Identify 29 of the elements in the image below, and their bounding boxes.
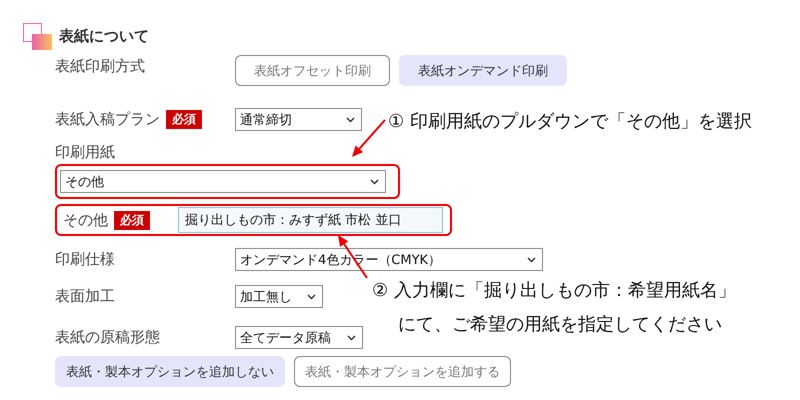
field-label: 表紙入稿プラン	[55, 110, 160, 129]
section-title: 表紙について	[59, 26, 149, 46]
chevron-icon	[346, 116, 355, 122]
field-label: 印刷用紙	[55, 142, 115, 162]
required-badge: 必須	[166, 110, 202, 129]
dropdown[interactable]: その他	[60, 170, 386, 193]
print-method-button[interactable]: 表紙オンデマンド印刷	[399, 55, 567, 86]
chevron-icon	[307, 294, 316, 300]
field-label: 表面加工	[55, 287, 115, 306]
field-label: 表紙の原稿形態	[55, 328, 160, 347]
required-badge: 必須	[114, 210, 150, 230]
print-method-button[interactable]: 表紙オフセット印刷	[235, 55, 390, 86]
dropdown[interactable]: 加工無し	[235, 285, 323, 308]
annotation-text: ② 入力欄に「掘り出しもの市：希望用紙名」	[372, 279, 736, 303]
chevron-icon	[527, 256, 536, 262]
section-icon	[23, 22, 53, 50]
annotation-text: ① 印刷用紙のプルダウンで「その他」を選択	[388, 110, 752, 134]
dropdown[interactable]: 全てデータ原稿	[235, 326, 363, 349]
chevron-icon	[370, 178, 379, 184]
chevron-icon	[347, 334, 356, 340]
field-label: その他	[63, 210, 108, 230]
dropdown[interactable]: 通常締切	[235, 108, 362, 131]
annotation-text: にて、ご希望の用紙を指定してください	[397, 313, 723, 337]
field-label: 印刷仕様	[55, 250, 115, 269]
option-button[interactable]: 表紙・製本オプションを追加しない	[55, 356, 285, 387]
option-button[interactable]: 表紙・製本オプションを追加する	[294, 356, 511, 387]
arrow	[352, 119, 386, 157]
input-field[interactable]: 掘り出しもの市：みすず紙 市松 並口	[178, 207, 443, 233]
field-label: 表紙印刷方式	[55, 57, 145, 76]
